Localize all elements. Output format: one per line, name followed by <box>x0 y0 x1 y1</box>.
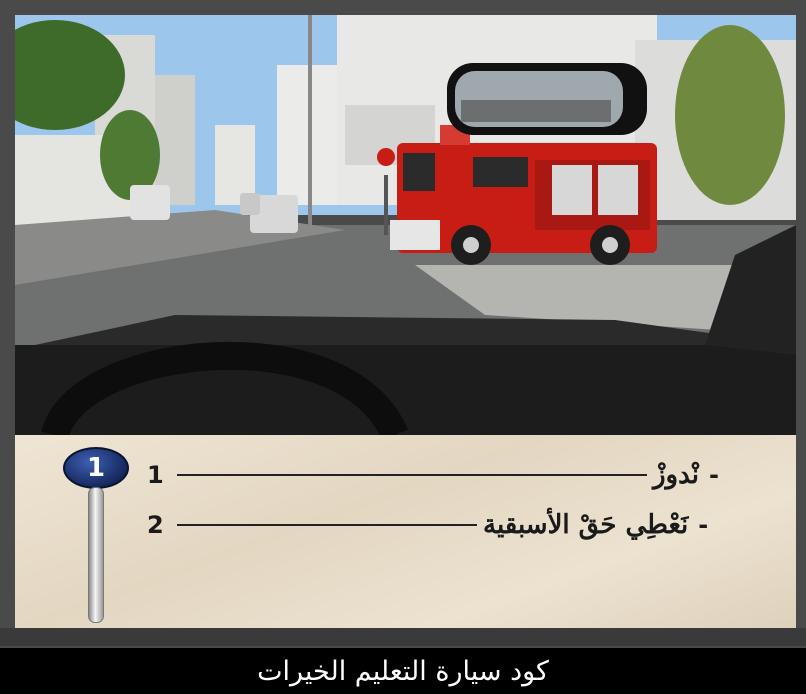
answer-1-dash: - <box>709 461 719 489</box>
answer-2-dash: - <box>698 511 709 539</box>
question-number-badge: 1 <box>63 447 129 489</box>
answer-panel: 1 1 نْدوزْ - 2 نَعْطِي حَقْ الأسبقية - <box>15 435 796 640</box>
answer-option-1[interactable]: 1 نْدوزْ - <box>147 455 747 495</box>
answer-option-2[interactable]: 2 نَعْطِي حَقْ الأسبقية - <box>147 505 747 545</box>
video-frame: 1 1 نْدوزْ - 2 نَعْطِي حَقْ الأسبقية - <box>0 0 806 648</box>
answer-2-text: نَعْطِي حَقْ الأسبقية <box>483 510 689 540</box>
answer-2-number: 2 <box>147 511 164 539</box>
answer-2-line <box>177 524 477 526</box>
answer-1-text: نْدوزْ <box>653 460 699 490</box>
answer-1-number: 1 <box>147 461 164 489</box>
subtitle-caption: كود سيارة التعليم الخيرات <box>0 648 806 694</box>
scrolling-ticker <box>0 628 806 646</box>
driving-scene-image <box>15 15 796 435</box>
street-photo <box>15 15 796 435</box>
answer-1-line <box>177 474 647 476</box>
timer-bar <box>88 487 104 623</box>
